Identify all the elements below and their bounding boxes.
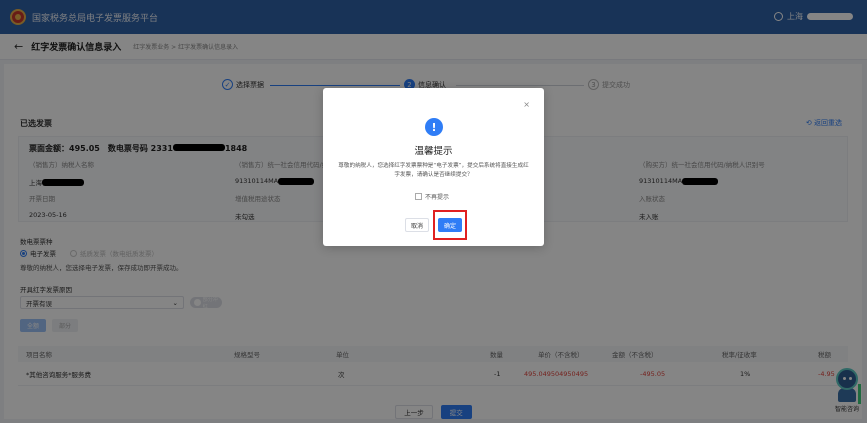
cancel-button[interactable]: 取消 [405,218,429,232]
warning-icon: ! [425,118,443,136]
dialog-message: 尊敬的纳税人，您选择红字发票票种是“电子发票”，提交后系统将直接生成红字发票，请… [338,163,529,178]
checkbox-icon [415,193,422,200]
checkbox-label: 不再提示 [425,194,450,201]
highlight-box [433,210,467,240]
dont-remind-checkbox[interactable]: 不再提示 [415,192,449,201]
close-icon[interactable]: × [523,100,530,109]
dialog-title: 温馨提示 [414,146,453,157]
